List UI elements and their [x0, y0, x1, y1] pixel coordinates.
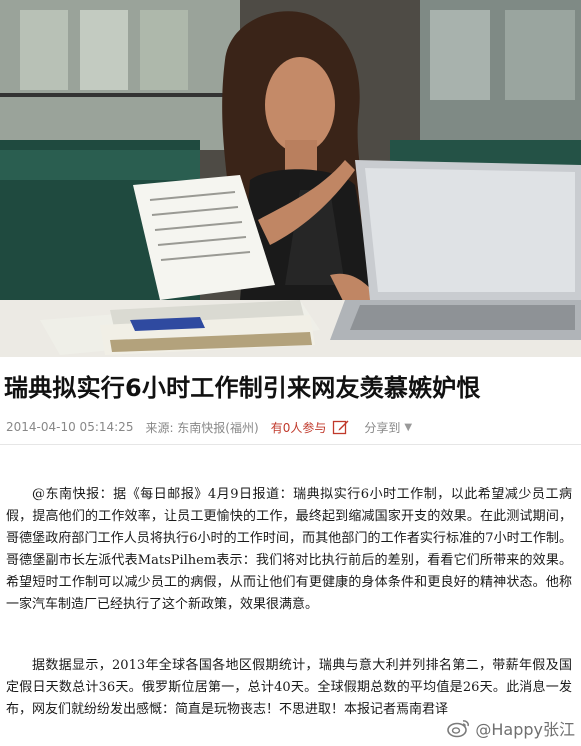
article-paragraph: 据数据显示，2013年全球各国各地区假期统计，瑞典与意大利并列排名第二，带薪年假… [6, 658, 572, 717]
article-title: 瑞典拟实行6小时工作制引来网友羡慕嫉妒恨 [4, 374, 481, 402]
caret-down-icon[interactable]: ▼ [404, 422, 412, 433]
watermark-text: @Happy张江 [475, 720, 575, 739]
watermark: @Happy张江 [447, 716, 575, 740]
publish-date: 2014-04-10 05:14:25 [6, 420, 134, 434]
article-meta: 2014-04-10 05:14:25 来源: 东南快报(福州) 有0人参与 分… [6, 417, 412, 437]
edit-icon[interactable] [332, 418, 350, 436]
share-button[interactable]: 分享到 [364, 419, 400, 436]
article-source: 来源: 东南快报(福州) [145, 420, 259, 435]
weibo-icon [447, 718, 471, 738]
article-paragraph: @东南快报：据《每日邮报》4月9日报道：瑞典拟实行6小时工作制，以此希望减少员工… [6, 487, 572, 612]
comment-count-link[interactable]: 有0人参与 [271, 419, 327, 436]
hero-photo [0, 0, 581, 357]
meta-divider [0, 444, 581, 445]
